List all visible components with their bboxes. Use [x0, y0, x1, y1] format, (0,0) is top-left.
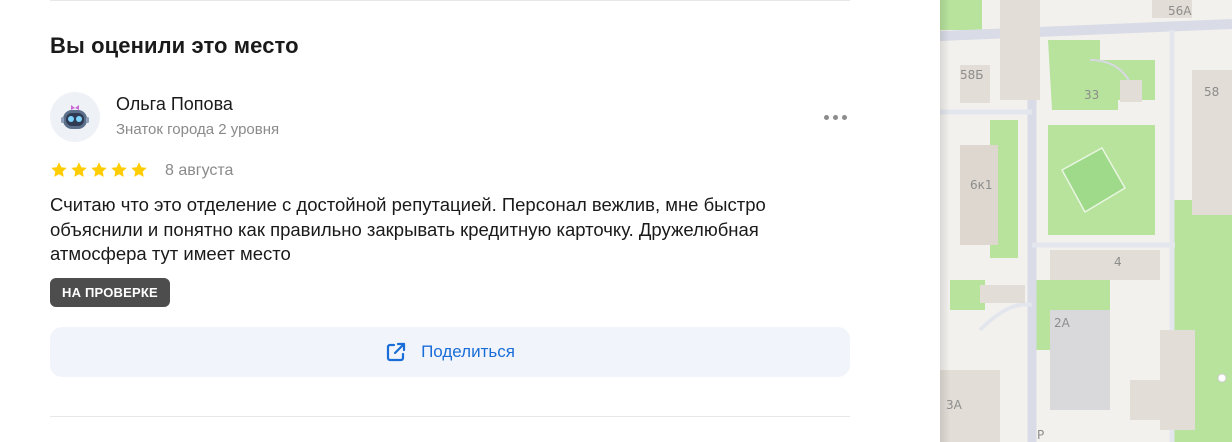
- map-label-56a: 56А: [1168, 4, 1192, 18]
- map-label-6k1: 6к1: [970, 178, 993, 192]
- map-label-4: 4: [1114, 255, 1122, 269]
- map-label-2a: 2А: [1054, 316, 1070, 330]
- share-label: Поделиться: [421, 342, 515, 361]
- avatar[interactable]: [50, 92, 100, 142]
- map-canvas: [940, 0, 1232, 442]
- rating-stars: [50, 161, 148, 179]
- review-date: 8 августа: [165, 162, 234, 179]
- more-dots-icon: [841, 114, 847, 120]
- section-title: Вы оценили это место: [50, 33, 299, 58]
- star-icon: [111, 162, 127, 177]
- status-badge: НА ПРОВЕРКЕ: [50, 278, 170, 307]
- map-label-58b: 58Б: [960, 68, 984, 82]
- star-icon: [71, 162, 87, 177]
- map-label-33: 33: [1084, 88, 1100, 102]
- share-button[interactable]: Поделиться: [50, 327, 850, 377]
- star-icon: [51, 162, 67, 177]
- map-label-p: Р: [1037, 428, 1045, 442]
- star-icon: [131, 162, 147, 177]
- more-options-button[interactable]: [816, 104, 854, 130]
- map[interactable]: 56А 58Б 33 58 6к1 4 2А 3А Р: [940, 0, 1232, 442]
- share-external-icon: [386, 342, 406, 362]
- more-dots-icon: [823, 114, 829, 120]
- top-divider: [50, 0, 850, 1]
- robot-avatar-icon: [61, 105, 89, 129]
- bottom-divider: [50, 416, 850, 417]
- map-edge-shadow: [940, 0, 950, 442]
- review-panel: Вы оценили это место Ольга Попова Знаток…: [0, 0, 940, 442]
- review-text: Считаю что это отделение с достойной реп…: [50, 194, 766, 264]
- author-level: Знаток города 2 уровня: [116, 121, 280, 138]
- author-name[interactable]: Ольга Попова: [116, 94, 233, 115]
- more-dots-icon: [832, 114, 838, 120]
- star-icon: [91, 162, 107, 177]
- map-label-58: 58: [1204, 85, 1220, 99]
